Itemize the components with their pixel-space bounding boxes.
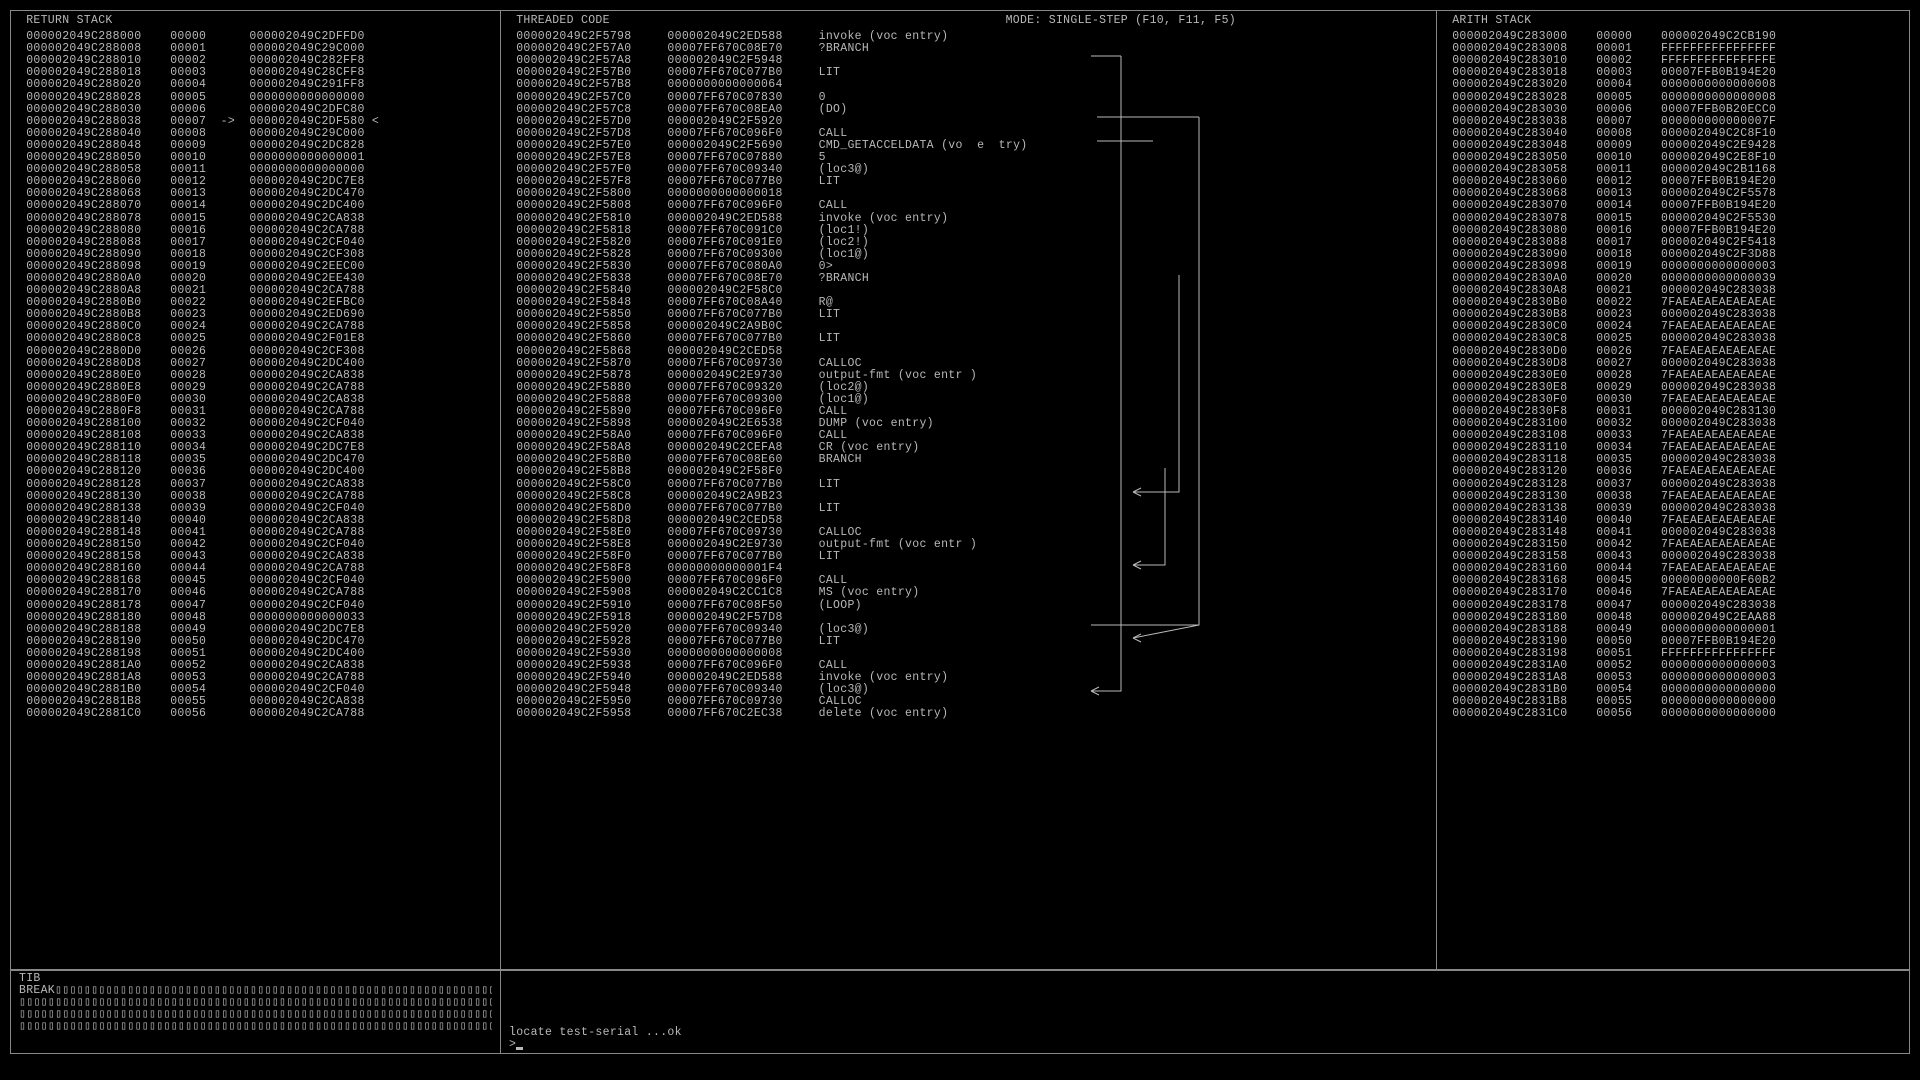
threaded-code-row: 000002049C2F58C8 000002049C2A9B23 bbox=[509, 491, 1428, 503]
bottom-section: TIB BREAK▯▯▯▯▯▯▯▯▯▯▯▯▯▯▯▯▯▯▯▯▯▯▯▯▯▯▯▯▯▯▯… bbox=[10, 970, 1910, 1054]
return-stack-row: 000002049C288030 00006 000002049C2DFC80 bbox=[19, 104, 492, 116]
tib-break-line: BREAK▯▯▯▯▯▯▯▯▯▯▯▯▯▯▯▯▯▯▯▯▯▯▯▯▯▯▯▯▯▯▯▯▯▯▯… bbox=[19, 985, 492, 997]
arith-stack-row: 000002049C283120 00036 7FAEAEAEAEAEAEAE bbox=[1445, 466, 1901, 478]
threaded-code-row: 000002049C2F5860 00007FF670C077B0 LIT bbox=[509, 333, 1428, 345]
arith-stack-row: 000002049C2830D0 00026 7FAEAEAEAEAEAEAE bbox=[1445, 346, 1901, 358]
threaded-code-row: 000002049C2F57C0 00007FF670C07830 0 bbox=[509, 92, 1428, 104]
threaded-code-row: 000002049C2F5810 000002049C2ED588 invoke… bbox=[509, 213, 1428, 225]
arith-stack-row: 000002049C283128 00037 000002049C283038 bbox=[1445, 479, 1901, 491]
tib-fill-line: ▯▯▯▯▯▯▯▯▯▯▯▯▯▯▯▯▯▯▯▯▯▯▯▯▯▯▯▯▯▯▯▯▯▯▯▯▯▯▯▯… bbox=[19, 1009, 492, 1021]
return-stack-row: 000002049C2880E0 00028 000002049C2CA838 bbox=[19, 370, 492, 382]
threaded-code-row: 000002049C2F5908 000002049C2CC1C8 MS (vo… bbox=[509, 587, 1428, 599]
arith-stack-row: 000002049C283088 00017 000002049C2F5418 bbox=[1445, 237, 1901, 249]
arith-stack-row: 000002049C283080 00016 00007FFB0B194E20 bbox=[1445, 225, 1901, 237]
return-stack-row: 000002049C288080 00016 000002049C2CA788 bbox=[19, 225, 492, 237]
return-stack-row: 000002049C288020 00004 000002049C291FF8 bbox=[19, 79, 492, 91]
threaded-code-panel: THREADED CODE MODE: SINGLE-STEP (F10, F1… bbox=[501, 11, 1437, 969]
threaded-code-row: 000002049C2F5820 00007FF670C091E0 (loc2!… bbox=[509, 237, 1428, 249]
threaded-code-row: 000002049C2F5920 00007FF670C09340 (loc3@… bbox=[509, 624, 1428, 636]
cursor-icon bbox=[516, 1047, 523, 1050]
arith-stack-row: 000002049C283180 00048 000002049C2EAA88 bbox=[1445, 612, 1901, 624]
arith-stack-row: 000002049C283020 00004 0000000000000008 bbox=[1445, 79, 1901, 91]
arith-stack-title: ARITH STACK bbox=[1445, 15, 1901, 27]
main-container: RETURN STACK 000002049C288000 00000 0000… bbox=[10, 10, 1910, 970]
arith-stack-row: 000002049C2831C0 00056 0000000000000000 bbox=[1445, 708, 1901, 720]
return-stack-row: 000002049C2880D8 00027 000002049C2DC400 bbox=[19, 358, 492, 370]
tib-fill-line: ▯▯▯▯▯▯▯▯▯▯▯▯▯▯▯▯▯▯▯▯▯▯▯▯▯▯▯▯▯▯▯▯▯▯▯▯▯▯▯▯… bbox=[19, 997, 492, 1009]
threaded-code-row: 000002049C2F58C0 00007FF670C077B0 LIT bbox=[509, 479, 1428, 491]
return-stack-row: 000002049C288180 00048 0000000000000033 bbox=[19, 612, 492, 624]
tib-title: TIB bbox=[19, 973, 492, 985]
threaded-code-row: 000002049C2F5808 00007FF670C096F0 CALL bbox=[509, 200, 1428, 212]
return-stack-row: 000002049C288170 00046 000002049C2CA788 bbox=[19, 587, 492, 599]
threaded-code-row: 000002049C2F57B8 0000000000000064 bbox=[509, 79, 1428, 91]
return-stack-panel: RETURN STACK 000002049C288000 00000 0000… bbox=[11, 11, 501, 969]
arith-stack-panel: ARITH STACK 000002049C283000 00000 00000… bbox=[1437, 11, 1909, 969]
return-stack-row: 000002049C2881C0 00056 000002049C2CA788 bbox=[19, 708, 492, 720]
return-stack-row: 000002049C288120 00036 000002049C2DC400 bbox=[19, 466, 492, 478]
tib-panel: TIB BREAK▯▯▯▯▯▯▯▯▯▯▯▯▯▯▯▯▯▯▯▯▯▯▯▯▯▯▯▯▯▯▯… bbox=[11, 971, 501, 1053]
arith-stack-row: 000002049C283028 00005 0000000000000008 bbox=[1445, 92, 1901, 104]
return-stack-row: 000002049C288178 00047 000002049C2CF040 bbox=[19, 600, 492, 612]
return-stack-row: 000002049C288130 00038 000002049C2CA788 bbox=[19, 491, 492, 503]
arith-stack-row: 000002049C2830D8 00027 000002049C283038 bbox=[1445, 358, 1901, 370]
return-stack-row: 000002049C288188 00049 000002049C2DC7E8 bbox=[19, 624, 492, 636]
console-prompt[interactable]: > bbox=[509, 1039, 1901, 1051]
arith-stack-row: 000002049C2830E0 00028 7FAEAEAEAEAEAEAE bbox=[1445, 370, 1901, 382]
console-panel[interactable]: locate test-serial ...ok > bbox=[501, 971, 1909, 1053]
threaded-code-row: 000002049C2F5878 000002049C2E9730 output… bbox=[509, 370, 1428, 382]
threaded-code-row: 000002049C2F57C8 00007FF670C08EA0 (DO) bbox=[509, 104, 1428, 116]
arith-stack-row: 000002049C283188 00049 0000000000000001 bbox=[1445, 624, 1901, 636]
tib-content: BREAK▯▯▯▯▯▯▯▯▯▯▯▯▯▯▯▯▯▯▯▯▯▯▯▯▯▯▯▯▯▯▯▯▯▯▯… bbox=[19, 985, 492, 1033]
return-stack-row: 000002049C288070 00014 000002049C2DC400 bbox=[19, 200, 492, 212]
mode-label: MODE: SINGLE-STEP (F10, F11, F5) bbox=[1006, 15, 1236, 27]
threaded-code-title: THREADED CODE bbox=[509, 15, 1428, 27]
return-stack-row: 000002049C2880C8 00025 000002049C2F01E8 bbox=[19, 333, 492, 345]
arith-stack-row: 000002049C283070 00014 00007FFB0B194E20 bbox=[1445, 200, 1901, 212]
console-output: locate test-serial ...ok bbox=[509, 1027, 1901, 1039]
arith-stack-row: 000002049C283030 00006 00007FFB0B20ECC0 bbox=[1445, 104, 1901, 116]
arith-stack-row: 000002049C283130 00038 7FAEAEAEAEAEAEAE bbox=[1445, 491, 1901, 503]
arith-stack-row: 000002049C283178 00047 000002049C283038 bbox=[1445, 600, 1901, 612]
arith-stack-row: 000002049C2830C8 00025 000002049C283038 bbox=[1445, 333, 1901, 345]
threaded-code-row: 000002049C2F5918 000002049C2F57D8 bbox=[509, 612, 1428, 624]
arith-stack-row: 000002049C283170 00046 7FAEAEAEAEAEAEAE bbox=[1445, 587, 1901, 599]
return-stack-row: 000002049C288028 00005 0000000000000000 bbox=[19, 92, 492, 104]
arith-stack-rows: 000002049C283000 00000 000002049C2CB190 … bbox=[1445, 31, 1901, 720]
return-stack-rows: 000002049C288000 00000 000002049C2DFFD0 … bbox=[19, 31, 492, 720]
arith-stack-row: 000002049C283078 00015 000002049C2F5530 bbox=[1445, 213, 1901, 225]
tib-fill-line: ▯▯▯▯▯▯▯▯▯▯▯▯▯▯▯▯▯▯▯▯▯▯▯▯▯▯▯▯▯▯▯▯▯▯▯▯▯▯▯▯… bbox=[19, 1021, 492, 1033]
return-stack-title: RETURN STACK bbox=[19, 15, 492, 27]
return-stack-row: 000002049C288088 00017 000002049C2CF040 bbox=[19, 237, 492, 249]
return-stack-row: 000002049C2880D0 00026 000002049C2CF308 bbox=[19, 346, 492, 358]
threaded-code-row: 000002049C2F5818 00007FF670C091C0 (loc1!… bbox=[509, 225, 1428, 237]
threaded-code-row: 000002049C2F58B8 000002049C2F58F0 bbox=[509, 466, 1428, 478]
return-stack-row: 000002049C288128 00037 000002049C2CA838 bbox=[19, 479, 492, 491]
threaded-code-row: 000002049C2F5910 00007FF670C08F50 (LOOP) bbox=[509, 600, 1428, 612]
threaded-code-rows: 000002049C2F5798 000002049C2ED588 invoke… bbox=[509, 31, 1428, 720]
threaded-code-row: 000002049C2F5958 00007FF670C2EC38 delete… bbox=[509, 708, 1428, 720]
threaded-code-row: 000002049C2F5870 00007FF670C09730 CALLOC bbox=[509, 358, 1428, 370]
threaded-code-row: 000002049C2F5868 000002049C2CED58 bbox=[509, 346, 1428, 358]
return-stack-row: 000002049C288078 00015 000002049C2CA838 bbox=[19, 213, 492, 225]
